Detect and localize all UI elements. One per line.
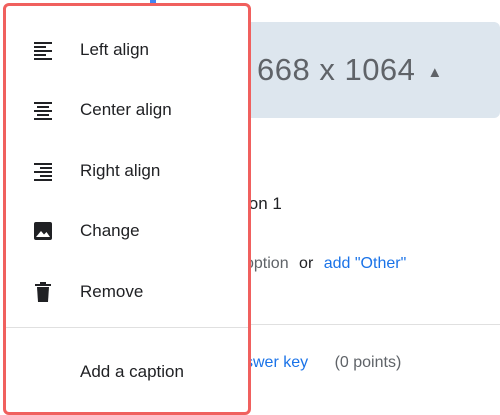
menu-item-change[interactable]: Change [6,209,248,253]
divider [245,324,500,325]
menu-item-label: Add a caption [80,362,184,381]
menu-item-center-align[interactable]: Center align [6,88,248,132]
menu-item-left-align[interactable]: Left align [6,28,248,72]
menu-item-remove[interactable]: Remove [6,270,248,314]
answer-key-row: swer key (0 points) [245,354,401,372]
menu-item-right-align[interactable]: Right align [6,149,248,193]
menu-item-label: Change [80,221,140,240]
menu-item-label: Remove [80,282,144,301]
menu-divider [6,327,248,328]
menu-item-label: Left align [80,40,149,59]
image-size-label: 668 x 1064 [257,52,416,87]
menu-item-label: Right align [80,161,161,180]
image-icon [31,219,55,243]
right-align-icon [31,159,55,183]
menu-item-add-caption[interactable]: Add a caption [6,350,248,394]
trash-icon [31,280,55,304]
center-align-icon [31,98,55,122]
or-text: or [299,255,314,272]
add-option-row: option or add "Other" [245,255,406,273]
add-option-link[interactable]: option [245,255,289,272]
caret-up-icon: ▲ [427,63,443,81]
add-other-link[interactable]: add "Other" [324,255,407,272]
answer-key-link[interactable]: swer key [245,354,308,371]
image-options-menu: Left align Center align Right align Chan… [3,3,251,415]
points-label: (0 points) [334,354,402,371]
menu-item-label: Center align [80,100,172,119]
image-size-chip[interactable]: 668 x 1064 ▲ [235,22,500,118]
left-align-icon [31,38,55,62]
